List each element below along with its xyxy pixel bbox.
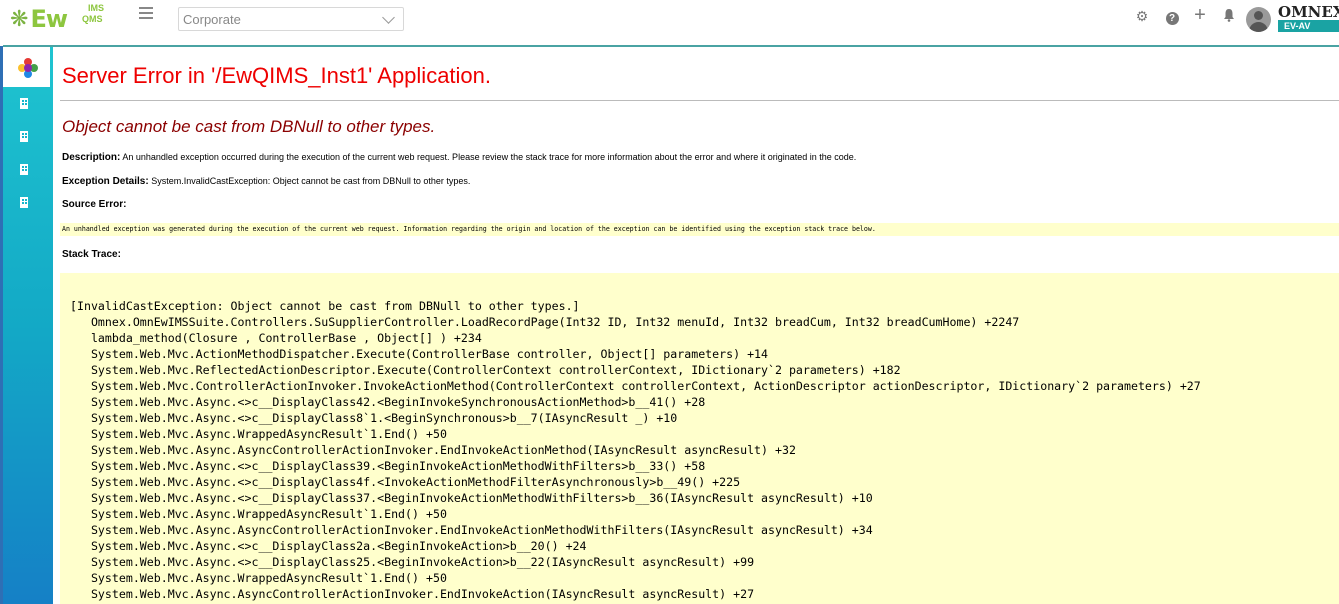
description-text: An unhandled exception occurred during t… — [120, 152, 857, 162]
stack-trace-label: Stack Trace: — [62, 249, 121, 260]
app-logo-icon — [18, 58, 38, 78]
logo-ims: IMS — [88, 3, 105, 13]
divider — [60, 100, 1339, 101]
logo-flower-icon: ❋ — [10, 6, 29, 31]
settings-icon[interactable]: ⚙ — [1134, 8, 1150, 24]
ewqims-logo[interactable]: ❋ Ew IMS QMS — [10, 4, 104, 34]
avatar[interactable] — [1246, 7, 1271, 32]
source-error-box: An unhandled exception was generated dur… — [60, 223, 1339, 236]
error-title: Server Error in '/EwQIMS_Inst1' Applicat… — [62, 63, 492, 88]
exception-details: Exception Details: System.InvalidCastExc… — [62, 176, 470, 187]
help-icon[interactable]: ? — [1164, 8, 1180, 25]
stack-trace-heading: Stack Trace: — [62, 249, 121, 260]
building-icon[interactable] — [19, 197, 29, 209]
description-label: Description: — [62, 152, 121, 163]
exception-text: System.InvalidCastException: Object cann… — [148, 176, 471, 186]
company-select-value: Corporate — [183, 12, 241, 27]
exception-label: Exception Details: — [62, 176, 149, 187]
brand-tag: EV-AV — [1278, 20, 1339, 32]
brand-name: OMNEX — [1278, 3, 1339, 21]
building-icon[interactable] — [19, 98, 29, 110]
chevron-down-icon — [382, 11, 395, 24]
building-icon[interactable] — [19, 164, 29, 176]
source-error-text: An unhandled exception was generated dur… — [62, 225, 876, 233]
building-icon[interactable] — [19, 131, 29, 143]
stack-trace-text: [InvalidCastException: Object cannot be … — [70, 299, 1201, 601]
source-error-heading: Source Error: — [62, 199, 126, 210]
hamburger-menu-icon[interactable] — [139, 7, 153, 19]
top-bar: ❋ Ew IMS QMS Corporate ⚙ ? + OMNEX EV-AV — [0, 0, 1339, 46]
omnex-brand-logo: OMNEX EV-AV — [1278, 4, 1339, 32]
error-subtitle: Object cannot be cast from DBNull to oth… — [62, 117, 436, 136]
logo-text: Ew — [30, 5, 68, 33]
sidebar-home[interactable] — [3, 47, 50, 87]
bell-icon[interactable] — [1221, 8, 1237, 24]
description: Description: An unhandled exception occu… — [62, 152, 856, 163]
plus-icon[interactable]: + — [1192, 5, 1208, 25]
source-error-label: Source Error: — [62, 199, 127, 210]
error-page: Server Error in '/EwQIMS_Inst1' Applicat… — [53, 47, 1339, 604]
logo-qms: QMS — [82, 14, 103, 24]
company-select[interactable]: Corporate — [178, 7, 404, 31]
stack-trace-box: [InvalidCastException: Object cannot be … — [60, 273, 1339, 604]
